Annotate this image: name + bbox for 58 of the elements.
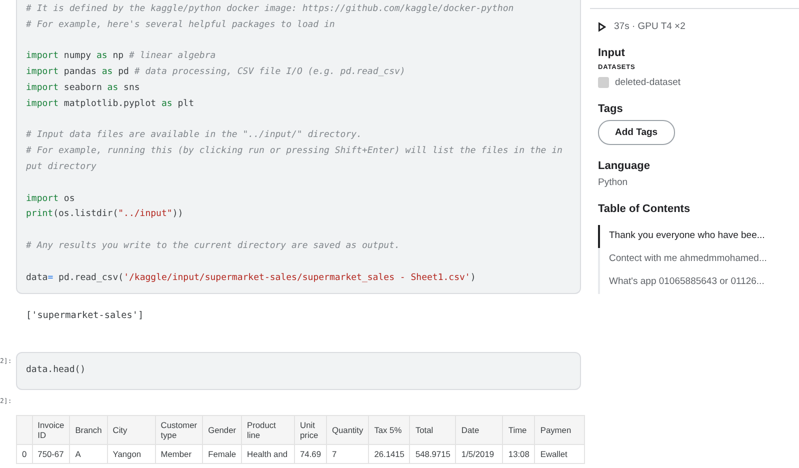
- code-cell[interactable]: data.head(): [16, 352, 581, 390]
- table-cell: 7: [326, 444, 369, 464]
- section-heading: Table of Contents: [598, 203, 692, 215]
- table-cell: 548.9715: [410, 444, 456, 464]
- column-header: Unit price: [294, 416, 326, 445]
- table-cell: 0: [16, 444, 32, 464]
- table-cell: Member: [155, 444, 203, 464]
- column-header: Date: [456, 416, 503, 445]
- code-line: import numpy as np # linear algebra: [26, 50, 217, 64]
- language-text: Python: [598, 177, 629, 188]
- column-header: Total: [410, 416, 456, 445]
- section-heading: Language: [598, 160, 651, 172]
- code-line: import pandas as pd # data processing, CSV file I/O (e.g. pd.read_csv): [26, 66, 406, 80]
- code-line: import seaborn as sns: [26, 82, 141, 95]
- column-header: Invoice ID: [32, 416, 70, 445]
- code-line: # Input data files are available in the "../input/" directory.: [26, 129, 363, 142]
- table-cell: 750-67: [32, 444, 70, 464]
- dataset-icon: [598, 77, 609, 88]
- section-heading: Tags: [598, 103, 624, 115]
- column-header: Paymen: [534, 416, 585, 445]
- dataset-link[interactable]: deleted-dataset: [615, 77, 680, 88]
- code-line: data.head(): [26, 364, 87, 378]
- code-line: # It is defined by the kaggle/python docker image: https://github.com/kaggle/docker-python: [26, 3, 515, 16]
- section-heading: Input: [598, 47, 626, 59]
- toc-item[interactable]: Contect with me ahmedmmohamed...: [598, 248, 791, 271]
- table-cell: Ewallet: [534, 444, 585, 464]
- table-cell: 26.1415: [368, 444, 410, 464]
- column-header: Time: [502, 416, 535, 445]
- code-line: # Any results you write to the current directory are saved as output.: [26, 240, 401, 253]
- code-line: data= pd.read_csv('/kaggle/input/supermarket-sales/supermarket_sales - Sheet1.csv'): [26, 272, 477, 285]
- column-header: Product line: [242, 416, 295, 445]
- column-header: City: [107, 416, 156, 445]
- column-header: Quantity: [326, 416, 369, 445]
- code-cell[interactable]: [16, 0, 581, 294]
- table-cell: Health and: [242, 444, 295, 464]
- code-line: import os: [26, 192, 76, 206]
- column-header: Branch: [70, 416, 108, 445]
- column-header: Tax 5%: [368, 416, 410, 445]
- code-line: # For example, here's several helpful packages to load in: [26, 18, 336, 32]
- code-line: put directory: [26, 160, 98, 174]
- code-line: import matplotlib.pyplot as plt: [26, 98, 195, 111]
- play-icon: [598, 22, 606, 32]
- code-line: print(os.listdir("../input")): [26, 208, 184, 222]
- output-text: ['supermarket-sales']: [26, 310, 144, 322]
- table-cell: A: [70, 444, 108, 464]
- table-cell: Female: [202, 444, 242, 464]
- runtime-text: 37s · GPU T4 ×2: [614, 21, 686, 32]
- column-header: [16, 416, 32, 445]
- table-cell: 74.69: [294, 444, 326, 464]
- code-line: # For example, running this (by clicking run or pressing Shift+Enter) will list the files in the in: [26, 145, 564, 158]
- toc-item[interactable]: What's app 01065885643 or 01126...: [598, 271, 791, 294]
- table-cell: 13:08: [502, 444, 535, 464]
- toc-item[interactable]: Thank you everyone who have bee...: [598, 225, 791, 248]
- column-header: Customer type: [155, 416, 203, 445]
- column-header: Gender: [202, 416, 242, 445]
- add-tags-button[interactable]: Add Tags: [598, 120, 675, 145]
- table-cell: 1/5/2019: [456, 444, 503, 464]
- table-cell: Yangon: [107, 444, 156, 464]
